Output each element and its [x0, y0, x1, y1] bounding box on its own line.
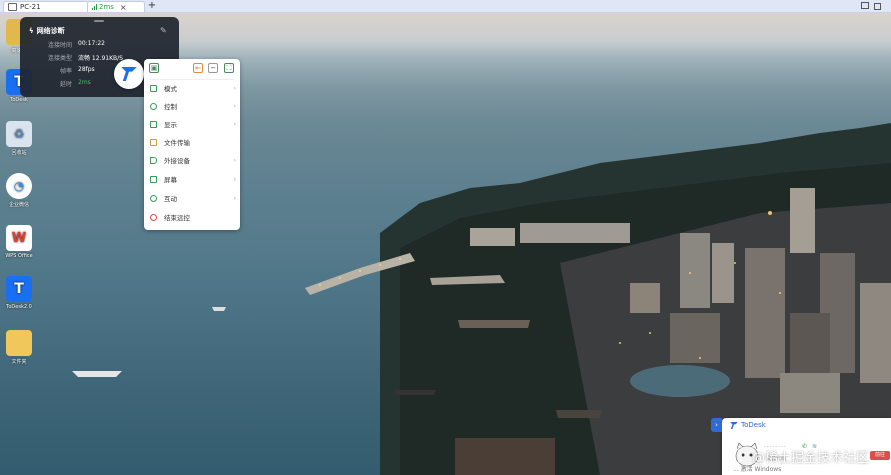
diag-value: 流畅 12.91KB/S: [78, 55, 123, 62]
desktop-icon-label: ToDesk: [10, 97, 28, 103]
chat-bubble-icon: [150, 194, 157, 202]
diag-key: 帧率: [59, 68, 72, 75]
tab-remote-pc[interactable]: PC-21: [3, 1, 89, 12]
menu-item-label: 互动: [164, 195, 177, 203]
pin-icon[interactable]: ✎: [160, 26, 167, 35]
menu-item-label: 结束远控: [164, 214, 190, 222]
monitor-icon: [150, 120, 157, 128]
chevron-right-icon: ›: [233, 102, 236, 110]
menu-item-screen[interactable]: 屏幕 ›: [144, 170, 240, 188]
grid-icon: [150, 84, 157, 92]
promo-action-button[interactable]: 前往: [870, 451, 890, 460]
diag-row-connect-time: 连接时间 00:17:22: [42, 40, 105, 49]
folder-icon: [6, 330, 32, 356]
desktop-icon-folder[interactable]: 文件夹: [4, 330, 34, 365]
promo-header: ToDesk: [730, 421, 766, 429]
diag-value: 00:17:22: [78, 40, 105, 47]
diag-row-latency: 延时 2ms: [42, 79, 91, 88]
menu-item-file-transfer[interactable]: 文件传输: [144, 133, 240, 151]
todesk-icon: T: [6, 276, 32, 302]
diag-key: 连接时间: [47, 42, 72, 49]
desktop-icon-label: WPS Office: [5, 253, 33, 259]
close-icon[interactable]: ×: [120, 3, 127, 12]
fullscreen-icon[interactable]: ⛶: [224, 63, 234, 73]
screenshot-icon[interactable]: ▣: [149, 63, 159, 73]
diag-key: 连接类型: [47, 55, 72, 62]
desktop-icon-label: 文件夹: [11, 359, 27, 365]
todesk-float-button[interactable]: [114, 59, 144, 89]
menu-item-end-remote[interactable]: 结束远控: [144, 208, 240, 226]
collapse-arrow-icon[interactable]: ›: [711, 418, 722, 432]
menu-item-label: 文件传输: [164, 139, 190, 147]
menu-toolbar: ▣ ⇤ − ⛶: [144, 63, 240, 75]
menu-item-label: 模式: [164, 85, 177, 93]
promo-title: ToDesk: [741, 421, 766, 429]
menu-item-label: 控制: [164, 103, 177, 111]
wps-icon: W: [6, 225, 32, 251]
remote-control-menu: ▣ ⇤ − ⛶ 模式 › 控制 › 显示 › 文件传输 外接设备 › 屏幕 › …: [144, 59, 240, 230]
diag-value: 28fps: [78, 66, 95, 73]
desktop-icon-label: ToDesk2.0: [6, 304, 32, 310]
menu-item-external-devices[interactable]: 外接设备 ›: [144, 151, 240, 169]
chat-icon: ◔: [6, 173, 32, 199]
power-icon: [150, 213, 157, 221]
menu-item-label: 显示: [164, 121, 177, 129]
diag-row-fps: 帧率 28fps: [42, 66, 95, 75]
pulse-icon: ϟ: [29, 27, 34, 35]
folder-icon: [150, 138, 157, 146]
tab-latency-label: 2ms: [99, 3, 114, 11]
todesk-logo-icon: [121, 67, 137, 81]
chevron-right-icon: ›: [233, 175, 236, 183]
watermark-logo-icon: [726, 448, 742, 464]
desktop-icon-recycle[interactable]: ♻ 回收站: [4, 121, 34, 156]
recycle-bin-icon: ♻: [6, 121, 32, 147]
menu-item-interaction[interactable]: 互动 ›: [144, 189, 240, 207]
diagnostics-title: ϟ 网络诊断: [29, 26, 65, 36]
chevron-right-icon: ›: [233, 120, 236, 128]
signal-icon: [92, 4, 97, 10]
desktop-icon-wps[interactable]: W WPS Office: [4, 225, 34, 259]
chevron-right-icon: ›: [233, 156, 236, 164]
diag-key: 延时: [59, 81, 72, 88]
desktop-icon-wechat-work[interactable]: ◔ 企业微信: [4, 173, 34, 208]
todesk-logo-icon: [730, 421, 738, 429]
menu-item-display[interactable]: 显示 ›: [144, 115, 240, 133]
desktop-icon-todesk2[interactable]: T ToDesk2.0: [4, 276, 34, 310]
desktop-icon-label: 企业微信: [8, 202, 29, 208]
menu-item-label: 屏幕: [164, 176, 177, 184]
chevron-right-icon: ›: [233, 84, 236, 92]
windows-activation-text: ... 激活 Windows: [733, 466, 782, 473]
menu-item-mode[interactable]: 模式 ›: [144, 79, 240, 97]
shrink-icon[interactable]: ⇤: [193, 63, 203, 73]
menu-item-label: 外接设备: [164, 157, 190, 165]
chevron-right-icon: ›: [233, 194, 236, 202]
add-tab-button[interactable]: +: [147, 0, 157, 12]
drag-handle[interactable]: [94, 20, 104, 22]
desktop-icon-label: 回收站: [11, 150, 27, 156]
window-restore-icon[interactable]: [861, 2, 869, 9]
monitor-icon: [8, 3, 17, 11]
menu-item-control[interactable]: 控制 ›: [144, 97, 240, 115]
tab-pc-label: PC-21: [20, 3, 41, 11]
diagnostics-title-text: 网络诊断: [36, 27, 65, 35]
diag-row-connect-type: 连接类型 流畅 12.91KB/S: [42, 53, 123, 62]
minimize-icon[interactable]: −: [208, 63, 218, 73]
window-restore-icon-2[interactable]: [874, 3, 881, 10]
screen-icon: [150, 175, 157, 183]
diag-value: 2ms: [78, 79, 91, 86]
control-icon: [150, 102, 157, 110]
tab-latency[interactable]: 2ms ×: [87, 1, 145, 12]
tab-bar: PC-21 2ms × +: [0, 0, 891, 13]
plug-icon: [150, 156, 157, 164]
